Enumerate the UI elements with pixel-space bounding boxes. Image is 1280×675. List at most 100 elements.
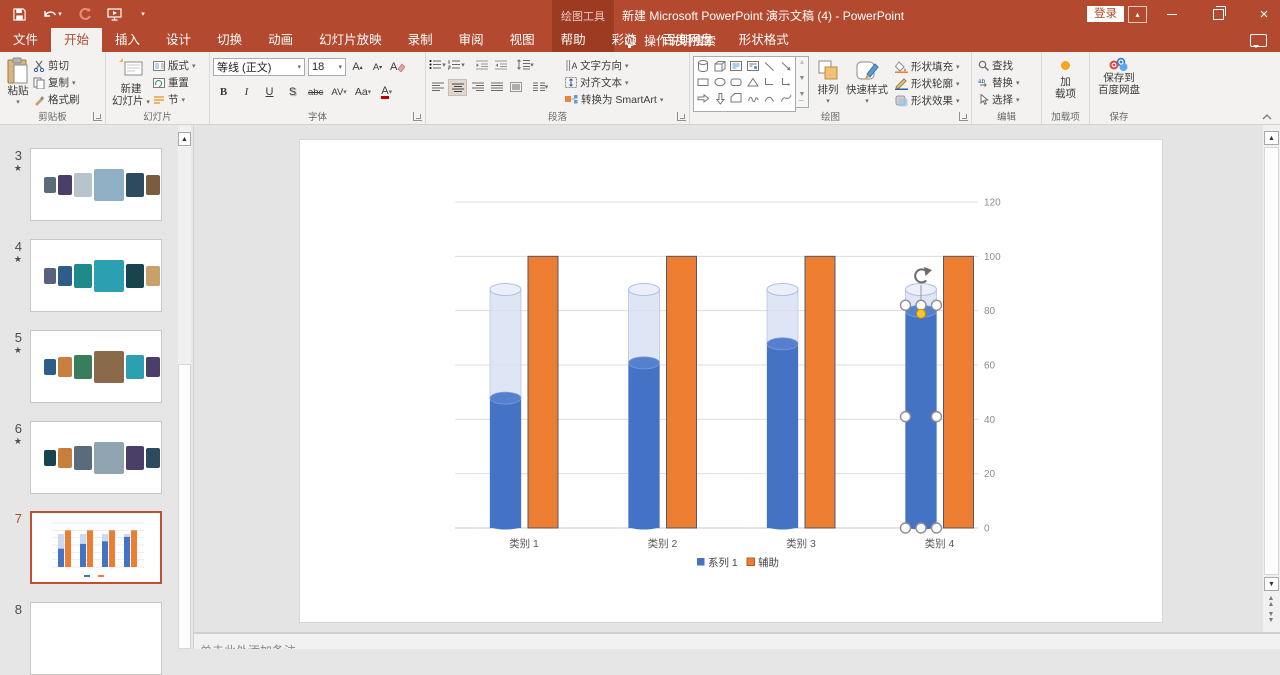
shape-effects-button[interactable]: 形状效果▾ (895, 92, 960, 109)
chart[interactable]: 020406080100120类别 1类别 2类别 3类别 4系列 1辅助 (300, 141, 1162, 622)
increase-font-size-button[interactable]: A▴ (349, 59, 366, 75)
tab-help[interactable]: 帮助 (548, 28, 599, 52)
arc-shape-icon[interactable] (762, 91, 776, 105)
cut-button[interactable]: 剪切 (33, 57, 80, 74)
cube-shape-icon[interactable] (713, 59, 727, 73)
curve-shape-icon[interactable] (779, 91, 793, 105)
isosceles-triangle-shape-icon[interactable] (746, 75, 760, 89)
section-button[interactable]: 节▾ (153, 91, 196, 108)
tab-slideshow[interactable]: 幻灯片放映 (306, 28, 395, 52)
start-slideshow-icon[interactable] (105, 5, 123, 23)
tab-design[interactable]: 设计 (153, 28, 204, 52)
save-to-baidu-netdisk-button[interactable]: 保存到 百度网盘 (1093, 55, 1145, 98)
distribute-text-button[interactable] (507, 79, 524, 94)
bold-button[interactable]: B (215, 84, 232, 100)
strikethrough-button[interactable]: abc (307, 84, 324, 100)
new-slide-button[interactable]: 新建 幻灯片 ▾ (109, 55, 153, 111)
tab-shape-format[interactable]: 形状格式 (726, 28, 802, 52)
paragraph-dialog-launcher[interactable] (677, 112, 686, 121)
main-scrollbar-thumb[interactable] (1264, 147, 1279, 575)
oval-shape-icon[interactable] (713, 75, 727, 89)
align-text-button[interactable]: 对齐文本▾ (565, 74, 663, 91)
next-slide-button[interactable]: ▼▼ (1263, 612, 1279, 624)
copy-button[interactable]: 复制▾ (33, 74, 80, 91)
tell-me-search[interactable]: 操作说明搜索 (625, 28, 716, 52)
convert-to-smartart-button[interactable]: 转换为 SmartArt▾ (565, 91, 663, 108)
selection-handle-4[interactable] (932, 412, 942, 422)
tab-transitions[interactable]: 切换 (204, 28, 255, 52)
justify-button[interactable] (488, 79, 505, 94)
selection-handle-5[interactable] (901, 523, 911, 533)
selection-handle-7[interactable] (932, 523, 942, 533)
customize-quick-access-toolbar-icon[interactable]: ▾ (134, 5, 152, 23)
clipboard-dialog-launcher[interactable] (93, 112, 102, 121)
shape-outline-button[interactable]: 形状轮廓▾ (895, 75, 960, 92)
underline-button[interactable]: U (261, 84, 278, 100)
aux-bar-1[interactable] (528, 256, 558, 528)
cylinder-shape-icon[interactable] (696, 59, 710, 73)
tab-file[interactable]: 文件 (0, 28, 51, 52)
aux-bar-3[interactable] (805, 256, 835, 528)
columns-button[interactable]: ▾ (532, 79, 549, 94)
decrease-indent-button[interactable] (473, 57, 490, 72)
shapes-scroll-down-icon[interactable]: ▼ (799, 75, 806, 82)
font-name-select[interactable]: 等线 (正文)▾ (213, 58, 305, 76)
shapes-scroll-up-icon[interactable]: ▲ (799, 59, 806, 66)
arrange-button[interactable]: 排列▾ (813, 56, 843, 110)
aux-bar-4[interactable] (944, 256, 974, 528)
align-center-button[interactable] (448, 79, 467, 96)
slide-thumbnail-7[interactable] (30, 511, 162, 584)
adjust-handle[interactable] (917, 309, 926, 318)
font-size-select[interactable]: 18▾ (308, 58, 346, 76)
thumbnail-scrollbar-up-icon[interactable]: ▲ (178, 132, 191, 146)
down-arrow-shape-icon[interactable] (713, 91, 727, 105)
ribbon-display-options-icon[interactable]: ▴ (1128, 6, 1147, 23)
rounded-rectangle-shape-icon[interactable] (729, 75, 743, 89)
format-painter-button[interactable]: 格式刷 (33, 91, 80, 108)
selection-handle-0[interactable] (901, 300, 911, 310)
line-spacing-button[interactable]: ▾ (517, 57, 534, 72)
selection-handle-2[interactable] (932, 300, 942, 310)
character-spacing-button[interactable]: AV▾ (330, 84, 347, 100)
main-scrollbar-down-icon[interactable]: ▼ (1264, 577, 1279, 591)
line-arrow-shape-icon[interactable] (779, 59, 793, 73)
align-left-button[interactable] (429, 79, 446, 94)
slide-thumbnail-4[interactable] (30, 239, 162, 312)
bullets-button[interactable]: ▾ (429, 57, 446, 72)
restore-button[interactable] (1196, 0, 1240, 28)
tab-record[interactable]: 录制 (395, 28, 446, 52)
change-case-button[interactable]: Aa▾ (354, 84, 372, 100)
elbow-arrow-connector-shape-icon[interactable] (779, 75, 793, 89)
thumbnail-scrollbar-thumb[interactable] (178, 364, 191, 649)
text-shadow-button[interactable]: S (284, 84, 301, 100)
collapse-ribbon-icon[interactable] (1262, 114, 1272, 120)
elbow-connector-shape-icon[interactable] (762, 75, 776, 89)
quick-styles-button[interactable]: 快速样式▾ (843, 56, 891, 110)
slide-thumbnail-8[interactable] (30, 602, 162, 675)
font-dialog-launcher[interactable] (413, 112, 422, 121)
tab-animations[interactable]: 动画 (255, 28, 306, 52)
layout-button[interactable]: 版式▾ (153, 57, 196, 74)
tab-insert[interactable]: 插入 (102, 28, 153, 52)
picture-placeholder-shape-icon[interactable] (746, 59, 760, 73)
line-shape-icon[interactable] (762, 59, 776, 73)
tab-home[interactable]: 开始 (51, 28, 102, 52)
tab-review[interactable]: 审阅 (446, 28, 497, 52)
redo-icon[interactable] (76, 5, 94, 23)
selection-handle-6[interactable] (916, 523, 926, 533)
save-icon[interactable] (10, 5, 28, 23)
italic-button[interactable]: I (238, 84, 255, 100)
snip-corner-shape-shape-icon[interactable] (729, 91, 743, 105)
login-button[interactable]: 登录 (1087, 6, 1124, 22)
decrease-font-size-button[interactable]: A▾ (369, 59, 386, 75)
series1-bar-2[interactable] (629, 363, 660, 528)
text-direction-button[interactable]: A 文字方向▾ (565, 57, 663, 74)
series1-bar-3[interactable] (767, 344, 798, 528)
increase-indent-button[interactable] (492, 57, 509, 72)
right-arrow-shape-icon[interactable] (696, 91, 710, 105)
selection-handle-3[interactable] (901, 412, 911, 422)
find-button[interactable]: 查找 (978, 57, 1038, 74)
comments-icon[interactable] (1250, 34, 1267, 47)
shapes-gallery-scrollbar[interactable]: ▲ ▼ ▼─ (796, 56, 809, 108)
reset-button[interactable]: 重置 (153, 74, 196, 91)
